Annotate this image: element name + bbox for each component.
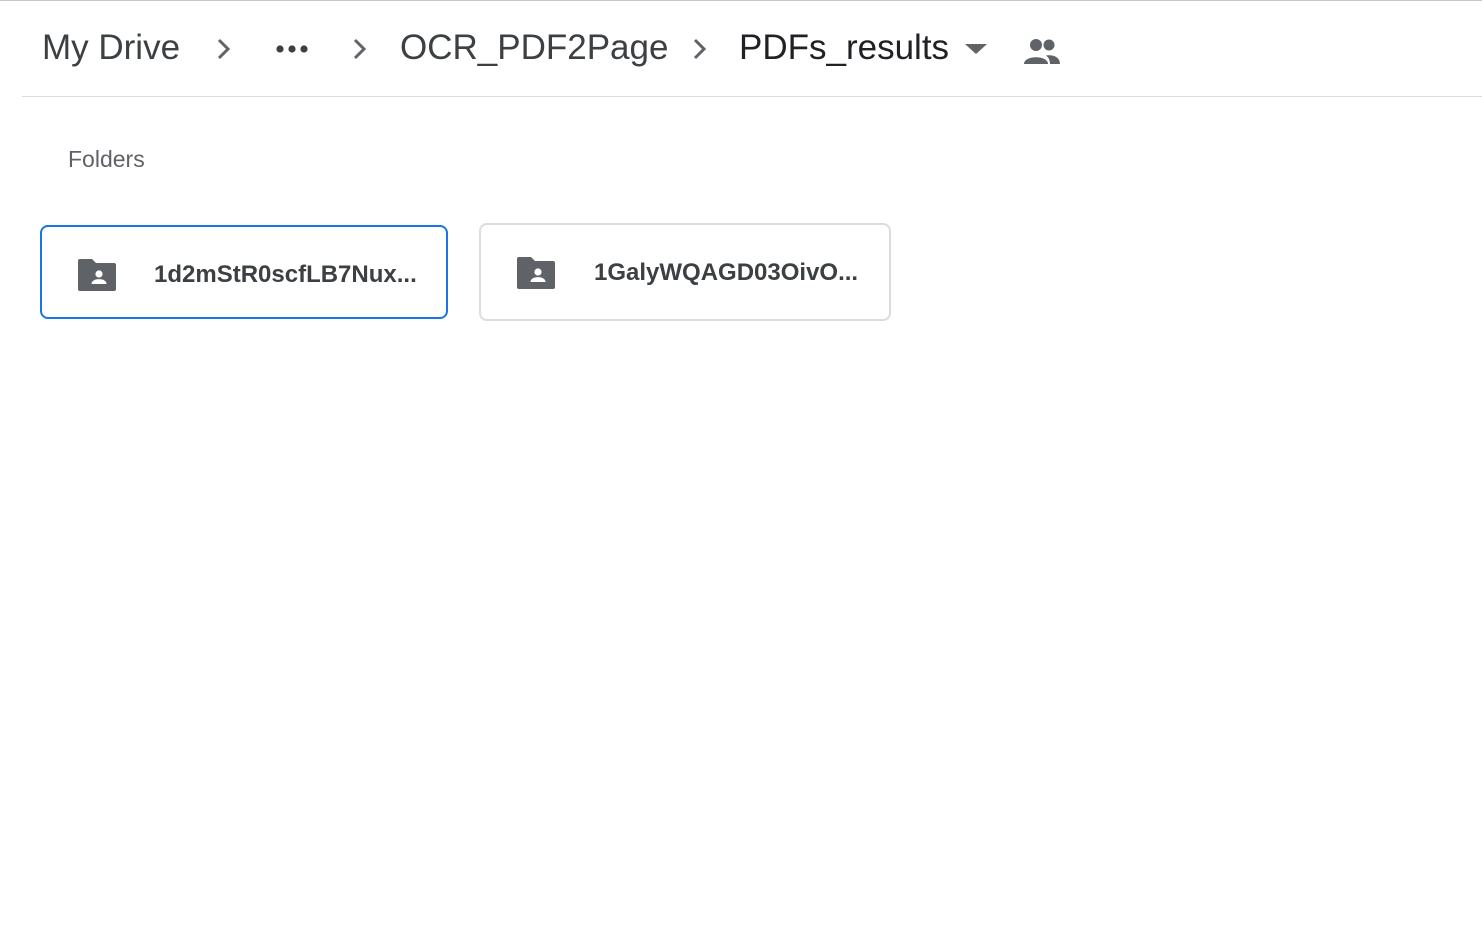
shared-folder-icon (78, 259, 116, 291)
chevron-right-icon (353, 38, 367, 60)
people-icon (1024, 39, 1060, 64)
chevron-right-icon (217, 38, 231, 60)
chevron-right-icon (693, 38, 707, 60)
folder-name: 1d2mStR0scfLB7Nux... (154, 261, 417, 288)
breadcrumb-pdfs-results[interactable]: PDFs_results (739, 24, 949, 72)
arrow-drop-down-icon[interactable] (964, 40, 988, 56)
folder-card[interactable]: 1d2mStR0scfLB7Nux... (40, 225, 448, 319)
folder-name: 1GalyWQAGD03OivO... (594, 259, 859, 286)
breadcrumb: My Drive OCR_PDF2Page PDFs_results (22, 0, 1482, 97)
folders-section-label: Folders (68, 146, 145, 172)
breadcrumb-ocr-pdf2page[interactable]: OCR_PDF2Page (400, 24, 668, 72)
folder-card[interactable]: 1GalyWQAGD03OivO... (479, 223, 891, 321)
more-horiz-icon[interactable] (272, 36, 312, 62)
shared-folder-icon (517, 257, 555, 289)
breadcrumb-my-drive[interactable]: My Drive (42, 24, 180, 72)
